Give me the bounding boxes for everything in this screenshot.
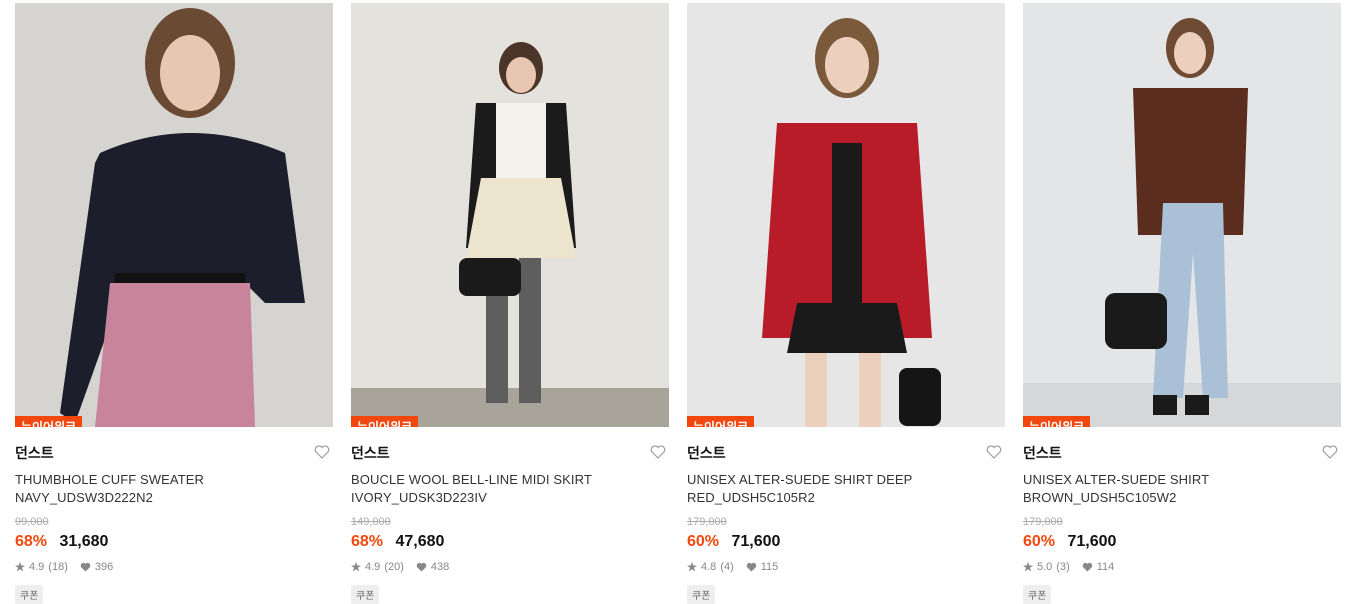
rating-value: 5.0 [1037,561,1053,573]
discount-rate: 60% [687,533,720,550]
rating-row: 4.9 (20) 438 [351,561,669,573]
original-price: 179,000 [687,516,727,528]
coupon-tag: 쿠폰 [1023,585,1052,604]
price-row: 60% 71,600 [1023,533,1341,551]
brand-name[interactable]: 던스트 [15,446,54,462]
coupon-tag: 쿠폰 [351,585,380,604]
promo-badge: 뉴이어위크 [351,416,419,427]
price-row: 68% 31,680 [15,533,333,551]
discount-rate: 68% [351,533,384,550]
review-count: (3) [1056,561,1070,573]
product-name[interactable]: UNISEX ALTER-SUEDE SHIRT DEEP RED_UDSH5C… [687,471,1005,507]
brand-name[interactable]: 던스트 [1023,446,1062,462]
promo-badge: 뉴이어위크 [687,416,755,427]
rating-value: 4.8 [701,561,717,573]
rating-row: 4.8 (4) 115 [687,561,1005,573]
like-count: 115 [760,561,779,573]
rating-value: 4.9 [29,561,45,573]
product-name[interactable]: UNISEX ALTER-SUEDE SHIRT BROWN_UDSH5C105… [1023,471,1341,507]
review-count: (18) [48,561,68,573]
original-price: 99,000 [15,516,49,528]
discount-rate: 60% [1023,533,1056,550]
like-count: 438 [430,561,450,573]
like-count: 114 [1096,561,1115,573]
rating-row: 5.0 (3) 114 [1023,561,1341,573]
heart-icon[interactable] [313,443,331,461]
rating-row: 4.9 (18) 396 [15,561,333,573]
star-icon [15,562,25,572]
product-card[interactable]: 뉴이어위크 던스트 BOUCLE WOOL BELL-LINE MIDI SKI… [351,3,669,604]
heart-filled-icon [1082,562,1093,572]
product-grid: 뉴이어위크 던스트 THUMBHOLE CUFF SWEATER NAVY_UD… [15,3,1341,604]
review-count: (4) [720,561,734,573]
sale-price: 31,680 [59,533,109,550]
product-card[interactable]: 뉴이어위크 던스트 UNISEX ALTER-SUEDE SHIRT BROWN… [1023,3,1341,604]
heart-filled-icon [80,562,91,572]
like-count: 396 [94,561,114,573]
original-price: 179,000 [1023,516,1063,528]
original-price: 149,000 [351,516,391,528]
heart-icon[interactable] [1321,443,1339,461]
star-icon [1023,562,1033,572]
rating-value: 4.9 [365,561,381,573]
sale-price: 71,600 [731,533,781,550]
brand-name[interactable]: 던스트 [351,446,390,462]
heart-filled-icon [416,562,427,572]
product-name[interactable]: BOUCLE WOOL BELL-LINE MIDI SKIRT IVORY_U… [351,471,669,507]
product-image[interactable]: 뉴이어위크 [1023,3,1341,427]
review-count: (20) [384,561,404,573]
price-row: 60% 71,600 [687,533,1005,551]
product-image[interactable]: 뉴이어위크 [15,3,333,427]
promo-badge: 뉴이어위크 [1023,416,1091,427]
coupon-tag: 쿠폰 [687,585,716,604]
brand-name[interactable]: 던스트 [687,446,726,462]
product-image[interactable]: 뉴이어위크 [687,3,1005,427]
sale-price: 47,680 [395,533,445,550]
product-image[interactable]: 뉴이어위크 [351,3,669,427]
discount-rate: 68% [15,533,48,550]
product-card[interactable]: 뉴이어위크 던스트 THUMBHOLE CUFF SWEATER NAVY_UD… [15,3,333,604]
sale-price: 71,600 [1067,533,1117,550]
star-icon [687,562,697,572]
product-card[interactable]: 뉴이어위크 던스트 UNISEX ALTER-SUEDE SHIRT DEEP … [687,3,1005,604]
price-row: 68% 47,680 [351,533,669,551]
star-icon [351,562,361,572]
heart-icon[interactable] [985,443,1003,461]
promo-badge: 뉴이어위크 [15,416,83,427]
coupon-tag: 쿠폰 [15,585,44,604]
heart-icon[interactable] [649,443,667,461]
product-name[interactable]: THUMBHOLE CUFF SWEATER NAVY_UDSW3D222N2 [15,471,333,507]
heart-filled-icon [746,562,757,572]
